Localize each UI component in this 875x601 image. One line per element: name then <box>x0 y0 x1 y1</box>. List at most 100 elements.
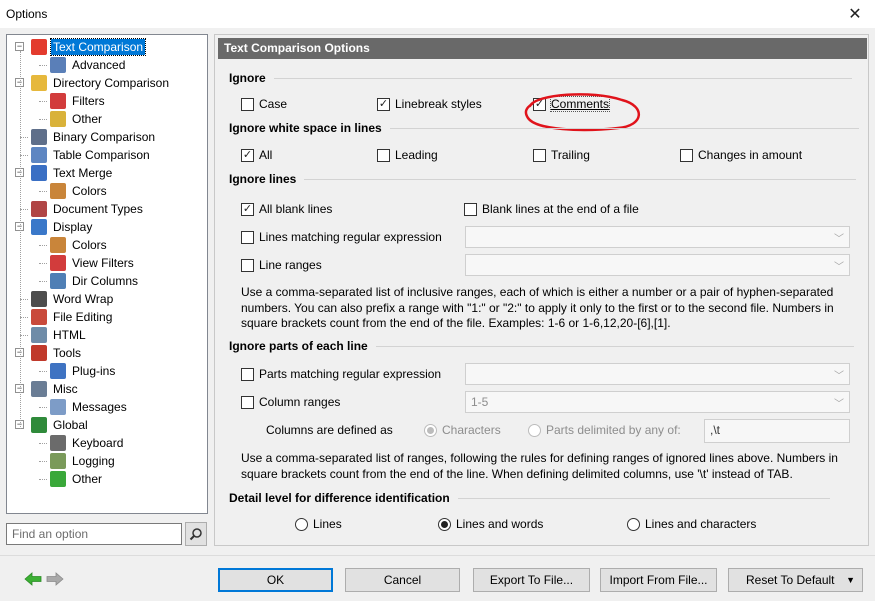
tree-guide <box>20 51 21 429</box>
tree-item-word-wrap[interactable]: Word Wrap <box>20 290 115 308</box>
radio-circle <box>438 517 451 531</box>
tree-item-display[interactable]: − Display <box>15 218 94 236</box>
binary-icon <box>31 129 47 145</box>
checkbox-label: Comments <box>549 96 611 112</box>
tree-item-colors[interactable]: Colors <box>39 182 109 200</box>
radio-circle <box>528 423 541 437</box>
ws-all-checkbox[interactable]: ✓ All <box>241 148 272 162</box>
table-icon <box>31 147 47 163</box>
search-input[interactable]: Find an option <box>6 523 182 545</box>
lines-regex-combo[interactable]: ﹀ <box>465 226 850 248</box>
reset-button[interactable]: Reset To Default ▼ <box>728 568 863 592</box>
parts-regex-checkbox[interactable]: Parts matching regular expression <box>241 367 441 381</box>
tree-item-messages[interactable]: Messages <box>39 398 129 416</box>
tree-item-colors[interactable]: Colors <box>39 236 109 254</box>
linebreak-checkbox[interactable]: ✓ Linebreak styles <box>377 97 482 111</box>
radio-label: Lines and characters <box>645 517 757 531</box>
tree-item-view-filters[interactable]: View Filters <box>39 254 136 272</box>
checkbox-box <box>241 367 254 381</box>
cancel-button[interactable]: Cancel <box>345 568 460 592</box>
radio-circle <box>424 423 437 437</box>
merge-icon <box>31 165 47 181</box>
filter-icon <box>50 255 66 271</box>
section-title: Ignore parts of each line <box>229 339 368 353</box>
columns-defined-label: Columns are defined as <box>266 423 393 437</box>
detail-lines-radio[interactable]: Lines <box>295 517 342 531</box>
line-ranges-combo[interactable]: ﹀ <box>465 254 850 276</box>
parts-regex-combo[interactable]: ﹀ <box>465 363 850 385</box>
ok-button[interactable]: OK <box>218 568 333 592</box>
characters-radio[interactable]: Characters <box>424 423 501 437</box>
checkbox-label: Changes in amount <box>698 148 803 162</box>
tree-item-misc[interactable]: − Misc <box>15 380 80 398</box>
tree-item-label: Other <box>72 112 103 126</box>
checkbox-label: Column ranges <box>259 395 341 409</box>
tools-icon <box>31 345 47 361</box>
column-ranges-combo[interactable]: 1-5 ﹀ <box>465 391 850 413</box>
tree-item-text-merge[interactable]: − Text Merge <box>15 164 114 182</box>
tree-item-html[interactable]: HTML <box>20 326 88 344</box>
tree-item-other[interactable]: Other <box>39 470 104 488</box>
radio-label: Characters <box>442 423 501 437</box>
tree-item-label: Misc <box>53 382 78 396</box>
arrow-left-icon[interactable] <box>24 572 42 586</box>
checkbox-label: All <box>259 148 273 162</box>
palette-icon <box>50 183 66 199</box>
tree-item-global[interactable]: − Global <box>15 416 90 434</box>
detail-chars-radio[interactable]: Lines and characters <box>627 517 756 531</box>
delimited-radio[interactable]: Parts delimited by any of: <box>528 423 681 437</box>
text-compare-icon <box>31 39 47 55</box>
tree-item-label: Plug-ins <box>72 364 116 378</box>
tree-item-keyboard[interactable]: Keyboard <box>39 434 125 452</box>
tree-item-plug-ins[interactable]: Plug-ins <box>39 362 117 380</box>
tree-item-directory-comparison[interactable]: − Directory Comparison <box>15 74 171 92</box>
radio-label: Lines and words <box>456 517 544 531</box>
delimiter-value: ,\t <box>710 423 721 437</box>
tree-item-dir-columns[interactable]: Dir Columns <box>39 272 140 290</box>
tree-item-document-types[interactable]: Document Types <box>20 200 145 218</box>
section-title: Detail level for difference identificati… <box>229 491 450 505</box>
tree-item-binary-comparison[interactable]: Binary Comparison <box>20 128 157 146</box>
globe-icon <box>31 417 47 433</box>
ws-changes-checkbox[interactable]: Changes in amount <box>680 148 802 162</box>
detail-words-radio[interactable]: Lines and words <box>438 517 543 531</box>
options-tree[interactable]: − Text Comparison Advanced − Directory Compa… <box>6 34 208 514</box>
delimiter-input[interactable]: ,\t <box>704 419 850 443</box>
tree-item-other[interactable]: Other <box>39 110 104 128</box>
checkbox-box <box>241 258 254 272</box>
columns-icon <box>50 273 66 289</box>
radio-label: Parts delimited by any of: <box>546 423 681 437</box>
close-icon[interactable]: ✕ <box>835 0 875 28</box>
tree-item-table-comparison[interactable]: Table Comparison <box>20 146 152 164</box>
tree-item-label: Messages <box>72 400 127 414</box>
checkbox-box <box>241 97 254 111</box>
tree-item-filters[interactable]: Filters <box>39 92 107 110</box>
message-icon <box>50 399 66 415</box>
checkbox-box: ✓ <box>241 148 254 162</box>
collapse-icon[interactable]: − <box>15 42 24 51</box>
blank-end-checkbox[interactable]: Blank lines at the end of a file <box>464 202 639 216</box>
tree-item-text-comparison[interactable]: − Text Comparison <box>15 38 147 56</box>
search-button[interactable] <box>185 522 207 546</box>
tree-item-file-editing[interactable]: File Editing <box>20 308 114 326</box>
tree-item-tools[interactable]: − Tools <box>15 344 83 362</box>
tree-item-advanced[interactable]: Advanced <box>39 56 127 74</box>
import-button[interactable]: Import From File... <box>600 568 717 592</box>
export-button[interactable]: Export To File... <box>473 568 590 592</box>
tree-item-label: Document Types <box>53 202 143 216</box>
comments-checkbox[interactable]: ✓ Comments <box>533 96 611 112</box>
column-ranges-checkbox[interactable]: Column ranges <box>241 395 340 409</box>
case-checkbox[interactable]: Case <box>241 97 287 111</box>
tree-item-label: Colors <box>72 184 107 198</box>
ws-leading-checkbox[interactable]: Leading <box>377 148 438 162</box>
tree-item-logging[interactable]: Logging <box>39 452 117 470</box>
radio-circle <box>627 517 640 531</box>
line-ranges-checkbox[interactable]: Line ranges <box>241 258 322 272</box>
arrow-right-icon[interactable] <box>46 572 64 586</box>
checkbox-label: Line ranges <box>259 258 322 272</box>
ws-trailing-checkbox[interactable]: Trailing <box>533 148 590 162</box>
checkbox-label: Trailing <box>551 148 590 162</box>
chevron-down-icon: ▼ <box>846 575 855 585</box>
blank-lines-checkbox[interactable]: ✓ All blank lines <box>241 202 332 216</box>
lines-regex-checkbox[interactable]: Lines matching regular expression <box>241 230 442 244</box>
